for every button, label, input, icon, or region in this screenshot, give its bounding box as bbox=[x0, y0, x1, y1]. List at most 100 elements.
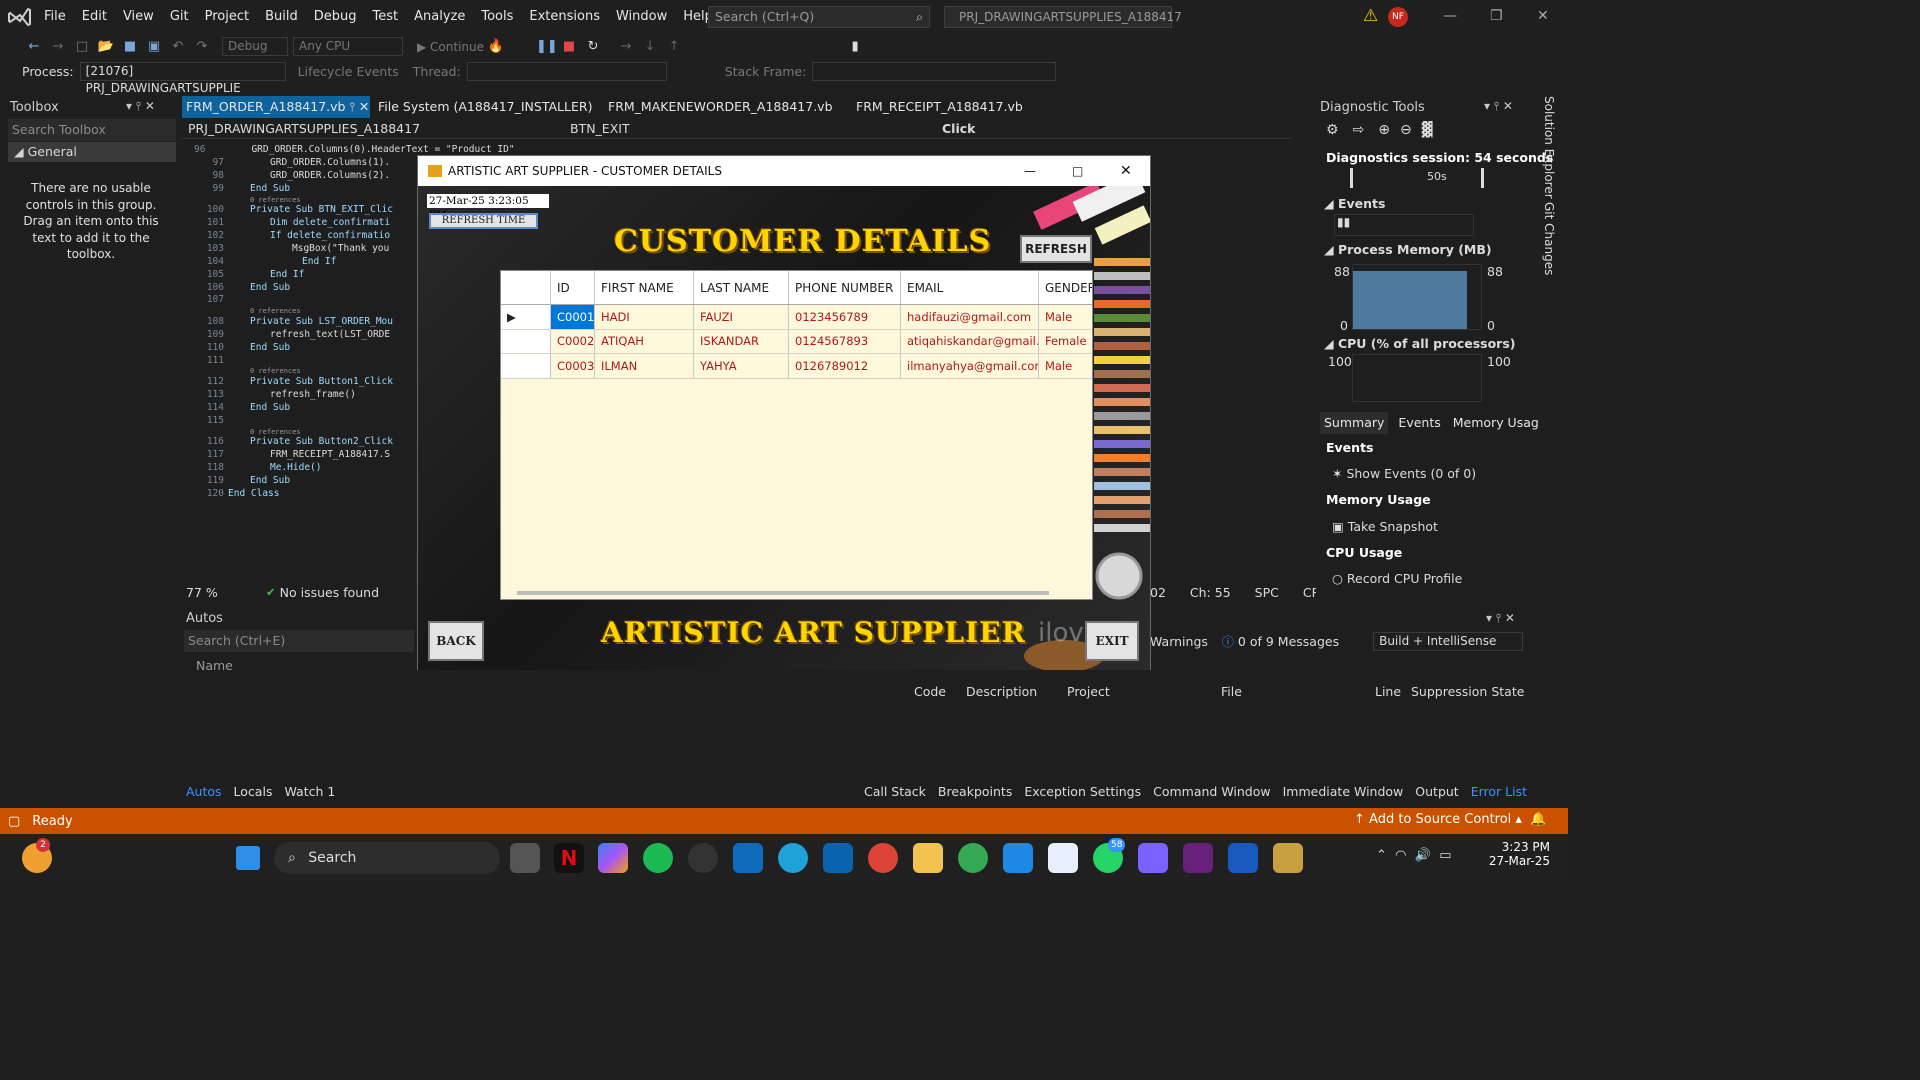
tab-frm-receipt[interactable]: FRM_RECEIPT_A188417.vb bbox=[852, 96, 1052, 118]
pause-events-icon[interactable]: ▮▮ bbox=[1335, 215, 1350, 229]
table-cell[interactable]: hadifauzi@gmail.com bbox=[901, 305, 1039, 329]
menu-tools[interactable]: Tools bbox=[473, 0, 521, 34]
col-description[interactable]: Description bbox=[966, 684, 1067, 699]
side-tab-solution-explorer[interactable]: Solution Explorer bbox=[1542, 96, 1556, 199]
hot-reload-icon[interactable]: 🔥 bbox=[487, 38, 505, 56]
code-line[interactable]: 101 Dim delete_confirmati bbox=[194, 217, 424, 230]
chatgpt-icon[interactable] bbox=[688, 843, 718, 873]
thread-select[interactable] bbox=[466, 62, 667, 81]
nav-event[interactable]: Click bbox=[922, 121, 975, 136]
timeline-range[interactable]: 50s bbox=[1350, 168, 1484, 188]
code-line[interactable]: 111 bbox=[194, 355, 424, 368]
tab-memory-usage[interactable]: Memory Usag bbox=[1449, 412, 1543, 434]
task-view-icon[interactable] bbox=[510, 843, 540, 873]
issues-status[interactable]: No issues found bbox=[280, 585, 379, 600]
notepad-icon[interactable] bbox=[1048, 843, 1078, 873]
stack-frame-select[interactable] bbox=[812, 62, 1057, 81]
tab-frm-makeneworder[interactable]: FRM_MAKENEWORDER_A188417.vb bbox=[604, 96, 852, 118]
code-line[interactable]: 114 End Sub bbox=[194, 402, 424, 415]
table-cell[interactable]: C0001 bbox=[551, 305, 595, 329]
toolbox-group-general[interactable]: ◢ General bbox=[8, 142, 176, 162]
table-cell[interactable]: YAHYA bbox=[694, 354, 789, 378]
col-suppression[interactable]: Suppression State bbox=[1411, 684, 1524, 699]
undo-icon[interactable]: ↶ bbox=[169, 38, 187, 56]
toolbox-search-input[interactable]: Search Toolbox bbox=[8, 119, 176, 141]
redo-icon[interactable]: ↷ bbox=[193, 38, 211, 56]
android-studio-icon[interactable] bbox=[1138, 843, 1168, 873]
netflix-icon[interactable]: N bbox=[554, 843, 584, 873]
refresh-time-button[interactable]: REFRESH TIME bbox=[429, 213, 538, 229]
code-line[interactable]: 104 End If bbox=[194, 256, 424, 269]
indent-mode[interactable]: SPC bbox=[1255, 585, 1279, 600]
table-cell[interactable]: 0126789012 bbox=[789, 354, 901, 378]
save-all-icon[interactable]: ▣ bbox=[145, 38, 163, 56]
nav-member[interactable]: BTN_EXIT bbox=[552, 121, 922, 136]
step-into-icon[interactable]: ↓ bbox=[641, 38, 659, 56]
restart-icon[interactable]: ↻ bbox=[584, 38, 602, 56]
code-line[interactable]: 0 references bbox=[194, 196, 424, 205]
col-project[interactable]: Project bbox=[1067, 684, 1221, 699]
col-file[interactable]: File bbox=[1221, 684, 1375, 699]
code-line[interactable]: 113 refresh_frame() bbox=[194, 389, 424, 402]
code-line[interactable]: 96 GRD_ORDER.Columns(0).HeaderText = "Pro… bbox=[194, 144, 515, 157]
code-line[interactable]: 119 End Sub bbox=[194, 475, 424, 488]
clock[interactable]: 3:23 PM 27-Mar-25 bbox=[1478, 840, 1550, 868]
menu-project[interactable]: Project bbox=[197, 0, 257, 34]
record-cpu-button[interactable]: ○ Record CPU Profile bbox=[1332, 571, 1462, 586]
notifications-icon[interactable]: 🔔 bbox=[1530, 812, 1546, 827]
col-code[interactable]: Code bbox=[914, 684, 966, 699]
build-scope-select[interactable]: Build + IntelliSense bbox=[1373, 631, 1524, 651]
lifecycle-events[interactable]: Lifecycle Events bbox=[298, 64, 399, 79]
code-line[interactable]: 110 End Sub bbox=[194, 342, 424, 355]
config-select[interactable]: Debug bbox=[222, 37, 288, 56]
exit-button[interactable]: EXIT bbox=[1085, 621, 1139, 661]
grid-horizontal-scrollbar[interactable] bbox=[517, 591, 1049, 595]
table-row[interactable]: ▶ C0001 HADI FAUZI 0123456789 hadifauzi@gmail… bbox=[501, 305, 1092, 330]
table-row[interactable]: C0003 ILMAN YAHYA 0126789012 ilmanyahya@gmai… bbox=[501, 354, 1092, 379]
store-icon[interactable] bbox=[733, 843, 763, 873]
warnings-filter[interactable]: Warnings bbox=[1150, 634, 1208, 649]
table-cell[interactable]: Female bbox=[1039, 330, 1092, 354]
messages-filter[interactable]: 0 of 9 Messages bbox=[1238, 634, 1339, 649]
code-line[interactable]: 105 End If bbox=[194, 269, 424, 282]
table-cell[interactable]: Male bbox=[1039, 305, 1092, 329]
take-snapshot-button[interactable]: ▣ Take Snapshot bbox=[1332, 519, 1438, 534]
source-control-button[interactable]: ↑ Add to Source Control ▴ bbox=[1354, 812, 1522, 827]
table-row[interactable]: C0002 ATIQAH ISKANDAR 0124567893 atiqahiskan… bbox=[501, 329, 1092, 354]
winforms-app-icon[interactable] bbox=[1273, 843, 1303, 873]
chrome-profile-icon[interactable] bbox=[958, 843, 988, 873]
dialog-close-icon[interactable]: ✕ bbox=[1120, 156, 1132, 186]
continue-button[interactable]: ▶ Continue bbox=[417, 40, 484, 54]
chart-icon[interactable]: ▓ bbox=[1422, 122, 1433, 138]
code-line[interactable]: 120 End Class bbox=[194, 488, 424, 501]
global-search-input[interactable]: Search (Ctrl+Q) ⌕ bbox=[708, 6, 930, 28]
table-cell[interactable]: C0002 bbox=[551, 329, 595, 353]
outlook-icon[interactable] bbox=[823, 843, 853, 873]
error-pin-icon[interactable]: ▾ ⫯ ✕ bbox=[1486, 611, 1515, 626]
minimize-icon[interactable]: — bbox=[1443, 8, 1457, 24]
zoom-in-icon[interactable]: ⊕ bbox=[1378, 122, 1390, 138]
codelens-references[interactable]: 0 references bbox=[250, 196, 301, 205]
tab-frm-order[interactable]: FRM_ORDER_A188417.vb ⫯ ✕ bbox=[182, 96, 370, 118]
codelens-references[interactable]: 0 references bbox=[250, 367, 301, 376]
col-header-phone[interactable]: PHONE NUMBER bbox=[789, 271, 901, 304]
tab-immediate-window[interactable]: Immediate Window bbox=[1283, 784, 1404, 799]
table-cell[interactable]: 0123456789 bbox=[789, 305, 901, 329]
code-line[interactable]: 103 MsgBox("Thank you bbox=[194, 243, 424, 256]
step-out-icon[interactable]: ↑ bbox=[665, 38, 683, 56]
bookmark-icon[interactable]: ▮ bbox=[846, 38, 864, 56]
table-cell[interactable]: ISKANDAR bbox=[694, 329, 789, 353]
visual-studio-icon[interactable] bbox=[1183, 843, 1213, 873]
code-line[interactable]: 107 bbox=[194, 294, 424, 307]
zoom-level[interactable]: 77 % bbox=[182, 585, 242, 600]
code-line[interactable]: 102 If delete_confirmatio bbox=[194, 230, 424, 243]
copilot-icon[interactable] bbox=[598, 843, 628, 873]
menu-view[interactable]: View bbox=[115, 0, 162, 34]
zoom-out-icon[interactable]: ⊖ bbox=[1400, 122, 1412, 138]
code-line[interactable]: 112 Private Sub Button1_Click bbox=[194, 376, 424, 389]
table-cell[interactable]: Male bbox=[1039, 354, 1092, 378]
spotify-icon[interactable] bbox=[643, 843, 673, 873]
autos-search-input[interactable]: Search (Ctrl+E) bbox=[184, 630, 414, 652]
menu-file[interactable]: File bbox=[36, 0, 74, 34]
menu-debug[interactable]: Debug bbox=[306, 0, 365, 34]
